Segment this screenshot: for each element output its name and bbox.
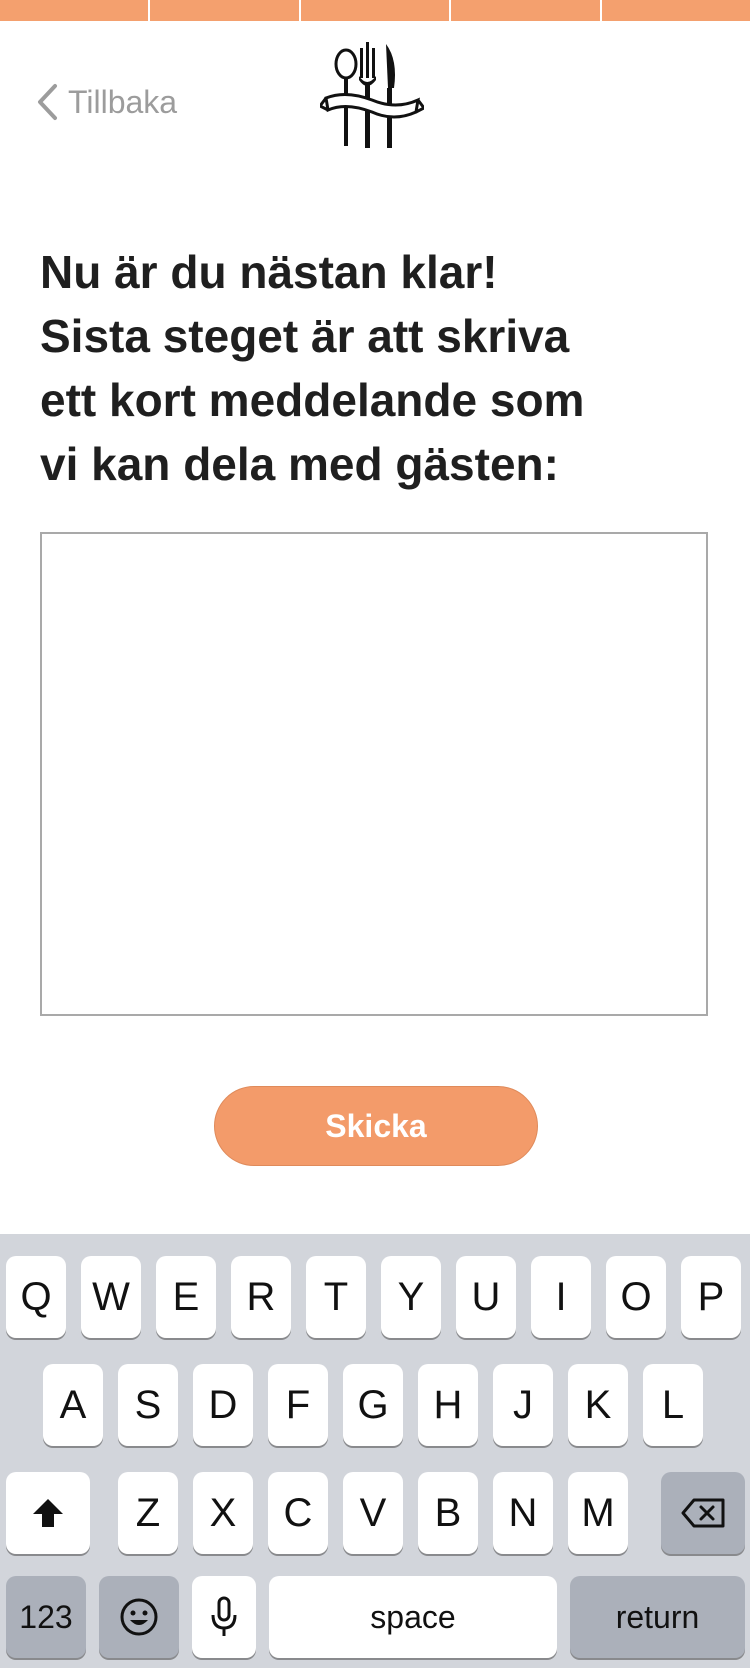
microphone-key[interactable]	[192, 1576, 256, 1658]
key-r[interactable]: R	[231, 1256, 291, 1338]
key-a[interactable]: A	[43, 1364, 103, 1446]
cutlery-logo-icon	[320, 42, 424, 148]
key-z[interactable]: Z	[118, 1472, 178, 1554]
microphone-icon	[211, 1596, 237, 1636]
key-l[interactable]: L	[643, 1364, 703, 1446]
send-button[interactable]: Skicka	[214, 1086, 538, 1166]
backspace-icon	[681, 1498, 725, 1528]
headline-line: Nu är du nästan klar!	[40, 246, 498, 298]
key-d[interactable]: D	[193, 1364, 253, 1446]
keyboard: Q W E R T Y U I O P A S D F G H J K L Z …	[0, 1234, 750, 1668]
key-s[interactable]: S	[118, 1364, 178, 1446]
key-m[interactable]: M	[568, 1472, 628, 1554]
key-o[interactable]: O	[606, 1256, 666, 1338]
page-headline: Nu är du nästan klar! Sista steget är at…	[40, 240, 710, 496]
backspace-key[interactable]	[661, 1472, 745, 1554]
emoji-icon	[120, 1598, 158, 1636]
key-h[interactable]: H	[418, 1364, 478, 1446]
space-key[interactable]: space	[269, 1576, 557, 1658]
key-n[interactable]: N	[493, 1472, 553, 1554]
key-c[interactable]: C	[268, 1472, 328, 1554]
emoji-key[interactable]	[99, 1576, 179, 1658]
key-q[interactable]: Q	[6, 1256, 66, 1338]
key-e[interactable]: E	[156, 1256, 216, 1338]
key-y[interactable]: Y	[381, 1256, 441, 1338]
headline-line: vi kan dela med gästen:	[40, 438, 559, 490]
progress-step	[451, 0, 600, 21]
key-u[interactable]: U	[456, 1256, 516, 1338]
progress-step	[150, 0, 299, 21]
progress-step	[601, 0, 750, 21]
headline-line: ett kort meddelande som	[40, 374, 585, 426]
key-i[interactable]: I	[531, 1256, 591, 1338]
key-w[interactable]: W	[81, 1256, 141, 1338]
return-key[interactable]: return	[570, 1576, 745, 1658]
back-button[interactable]: Tillbaka	[36, 80, 177, 124]
shift-icon	[33, 1499, 63, 1527]
back-label: Tillbaka	[68, 83, 178, 120]
numbers-key[interactable]: 123	[6, 1576, 86, 1658]
key-v[interactable]: V	[343, 1472, 403, 1554]
progress-step	[0, 0, 149, 21]
shift-key[interactable]	[6, 1472, 90, 1554]
chevron-left-icon	[38, 84, 57, 120]
key-x[interactable]: X	[193, 1472, 253, 1554]
progress-bar	[0, 0, 750, 21]
progress-step	[300, 0, 450, 21]
message-input[interactable]	[40, 532, 708, 1016]
key-p[interactable]: P	[681, 1256, 741, 1338]
key-f[interactable]: F	[268, 1364, 328, 1446]
key-g[interactable]: G	[343, 1364, 403, 1446]
headline-line: Sista steget är att skriva	[40, 310, 570, 362]
key-k[interactable]: K	[568, 1364, 628, 1446]
key-t[interactable]: T	[306, 1256, 366, 1338]
key-j[interactable]: J	[493, 1364, 553, 1446]
key-b[interactable]: B	[418, 1472, 478, 1554]
